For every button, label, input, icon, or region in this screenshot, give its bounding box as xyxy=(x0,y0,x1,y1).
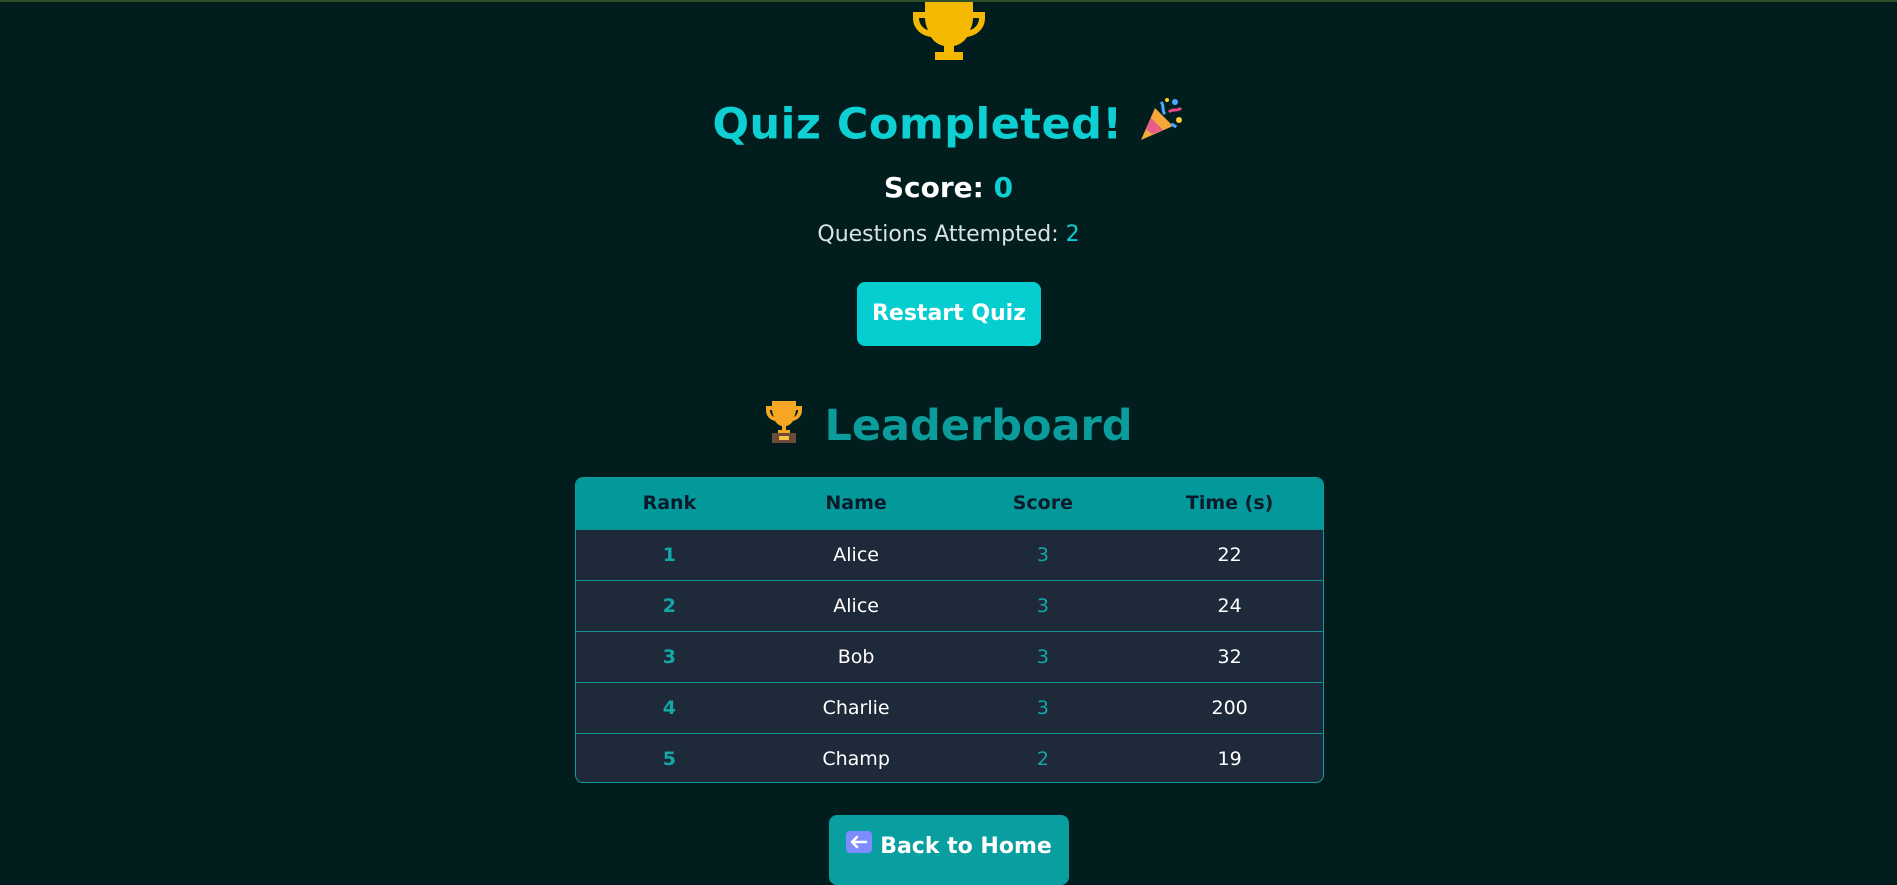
back-to-home-label: Back to Home xyxy=(880,834,1052,859)
rank-cell: 2 xyxy=(662,594,676,617)
time-cell: 24 xyxy=(1217,594,1242,617)
table-header-row: Rank Name Score Time (s) xyxy=(576,478,1323,529)
time-cell: 22 xyxy=(1217,543,1242,566)
name-cell: Alice xyxy=(833,543,879,566)
trophy-icon xyxy=(764,399,804,459)
attempted-label: Questions Attempted: xyxy=(817,222,1066,247)
table-row: 2 Alice 3 24 xyxy=(576,580,1323,631)
leaderboard-table: Rank Name Score Time (s) 1 Alice 3 22 2 … xyxy=(575,477,1324,783)
table-row: 4 Charlie 3 200 xyxy=(576,682,1323,733)
score-cell: 2 xyxy=(1036,747,1049,770)
quiz-completed-title: Quiz Completed! xyxy=(0,96,1897,158)
score-label: Score: xyxy=(883,171,994,204)
name-cell: Alice xyxy=(833,594,879,617)
score-cell: 3 xyxy=(1036,543,1049,566)
time-cell: 19 xyxy=(1217,747,1242,770)
rank-cell: 1 xyxy=(662,543,676,566)
restart-quiz-button[interactable]: Restart Quiz xyxy=(857,282,1041,346)
score-line: Score: 0 xyxy=(0,170,1897,206)
time-cell: 200 xyxy=(1211,696,1248,719)
score-value: 0 xyxy=(993,171,1014,204)
rank-cell: 4 xyxy=(662,696,676,719)
name-cell: Champ xyxy=(822,747,890,770)
column-header-time: Time (s) xyxy=(1185,492,1274,515)
name-cell: Charlie xyxy=(822,696,890,719)
back-arrow-icon xyxy=(846,815,873,879)
table-row: 5 Champ 2 19 xyxy=(576,733,1323,782)
back-to-home-button[interactable]: Back to Home xyxy=(829,815,1069,885)
leaderboard-heading-text: Leaderboard xyxy=(824,401,1133,451)
column-header-name: Name xyxy=(825,492,887,515)
attempted-value: 2 xyxy=(1065,222,1080,247)
rank-cell: 3 xyxy=(662,645,676,668)
column-header-rank: Rank xyxy=(642,492,697,515)
trophy-icon xyxy=(912,2,985,60)
trophy-top-wrapper xyxy=(0,0,1897,66)
score-cell: 3 xyxy=(1036,594,1049,617)
name-cell: Bob xyxy=(837,645,875,668)
leaderboard-heading: Leaderboard xyxy=(0,398,1897,459)
rank-cell: 5 xyxy=(662,747,676,770)
score-cell: 3 xyxy=(1036,645,1049,668)
score-cell: 3 xyxy=(1036,696,1049,719)
party-popper-icon xyxy=(1137,96,1185,158)
questions-attempted-line: Questions Attempted: 2 xyxy=(0,220,1897,250)
quiz-result-page: Quiz Completed! Score: 0 Questions Attem… xyxy=(0,0,1897,885)
table-row: 3 Bob 3 32 xyxy=(576,631,1323,682)
time-cell: 32 xyxy=(1217,645,1242,668)
table-row: 1 Alice 3 22 xyxy=(576,529,1323,580)
column-header-score: Score xyxy=(1012,492,1073,515)
title-text: Quiz Completed! xyxy=(712,99,1123,150)
